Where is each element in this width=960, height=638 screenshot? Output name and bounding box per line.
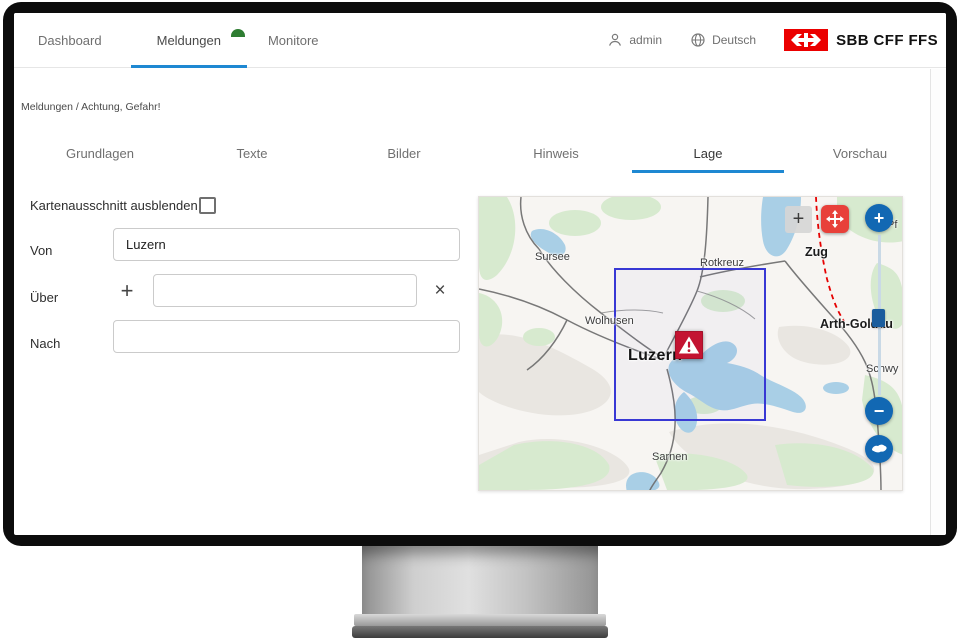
top-navbar: Dashboard Meldungen Monitore admi	[14, 13, 946, 68]
tab-texte[interactable]: Texte	[176, 137, 328, 173]
map-label-sursee: Sursee	[535, 251, 570, 263]
zoom-in-button[interactable]: +	[865, 204, 893, 232]
from-input[interactable]	[113, 228, 460, 261]
map-label-schwyz: Schwy	[866, 363, 898, 375]
active-nav-underline	[131, 65, 247, 68]
screen: Dashboard Meldungen Monitore admi	[14, 13, 946, 535]
from-label: Von	[30, 243, 52, 258]
page: Dashboard Meldungen Monitore admi	[0, 0, 960, 638]
nav-item-dashboard[interactable]: Dashboard	[36, 13, 104, 68]
danger-triangle-icon	[675, 331, 703, 359]
map-canvas[interactable]: Sursee Rotkreuz Zug Pf Wolhusen Luzern A…	[478, 196, 903, 491]
monitor-bezel: Dashboard Meldungen Monitore admi	[3, 2, 957, 546]
map-label-wolhusen: Wolhusen	[585, 315, 634, 327]
hide-map-label: Kartenausschnitt ausblenden	[30, 198, 198, 213]
warning-marker[interactable]	[675, 331, 703, 359]
sbb-logo: SBB CFF FFS	[784, 29, 938, 51]
hide-map-checkbox[interactable]	[199, 197, 216, 214]
monitor-stand-foot	[354, 614, 606, 626]
to-input[interactable]	[113, 320, 460, 353]
clear-via-button[interactable]: ×	[427, 278, 453, 304]
brand-text: SBB CFF FFS	[836, 32, 938, 49]
language-label: Deutsch	[712, 33, 756, 47]
tab-bar: Grundlagen Texte Bilder Hinweis Lage Vor…	[24, 137, 936, 173]
map-label-sarnen: Sarnen	[652, 451, 687, 463]
tab-hinweis[interactable]: Hinweis	[480, 137, 632, 173]
user-name: admin	[629, 33, 662, 47]
breadcrumb: Meldungen / Achtung, Gefahr!	[21, 101, 161, 113]
tab-vorschau[interactable]: Vorschau	[784, 137, 936, 173]
main-nav: Dashboard Meldungen Monitore	[14, 13, 321, 67]
monitor-stand-base	[352, 626, 608, 638]
notification-badge	[231, 29, 245, 37]
map-layers-button[interactable]: +	[785, 206, 812, 233]
to-label: Nach	[30, 336, 60, 351]
map-label-zug: Zug	[805, 245, 828, 259]
via-input[interactable]	[153, 274, 417, 307]
tab-grundlagen[interactable]: Grundlagen	[24, 137, 176, 173]
tab-lage[interactable]: Lage	[632, 137, 784, 173]
nav-item-meldungen-label: Meldungen	[157, 33, 221, 48]
nav-item-monitore[interactable]: Monitore	[266, 13, 321, 68]
add-via-button[interactable]: +	[114, 278, 140, 304]
user-menu[interactable]: admin	[607, 32, 662, 48]
map-label-rotkreuz: Rotkreuz	[700, 257, 744, 269]
sbb-flag-icon	[784, 29, 828, 51]
nav-item-meldungen[interactable]: Meldungen	[131, 13, 247, 68]
home-extent-button[interactable]	[865, 435, 893, 463]
switzerland-icon	[867, 437, 891, 461]
globe-icon	[690, 32, 706, 48]
move-arrows-icon	[823, 207, 847, 231]
user-icon	[607, 32, 623, 48]
monitor-stand-neck	[362, 546, 598, 614]
language-menu[interactable]: Deutsch	[690, 32, 756, 48]
map-pan-mode-button[interactable]	[821, 205, 849, 233]
zoom-slider-handle[interactable]	[872, 309, 885, 327]
tab-bilder[interactable]: Bilder	[328, 137, 480, 173]
nav-right-cluster: admin Deutsch	[607, 13, 946, 67]
zoom-out-button[interactable]: −	[865, 397, 893, 425]
via-label: Über	[30, 290, 58, 305]
